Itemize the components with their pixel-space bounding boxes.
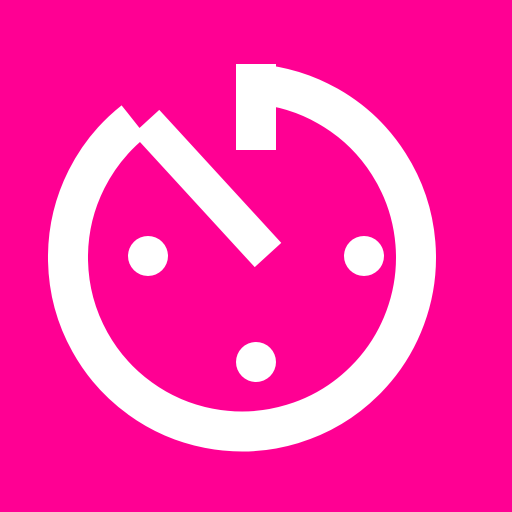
timer-top-stem (236, 64, 276, 150)
timer-clock-icon (0, 0, 512, 512)
hour-marker-left (128, 236, 168, 276)
hour-marker-bottom (236, 342, 276, 382)
hour-marker-right (344, 236, 384, 276)
app-icon (0, 0, 512, 512)
